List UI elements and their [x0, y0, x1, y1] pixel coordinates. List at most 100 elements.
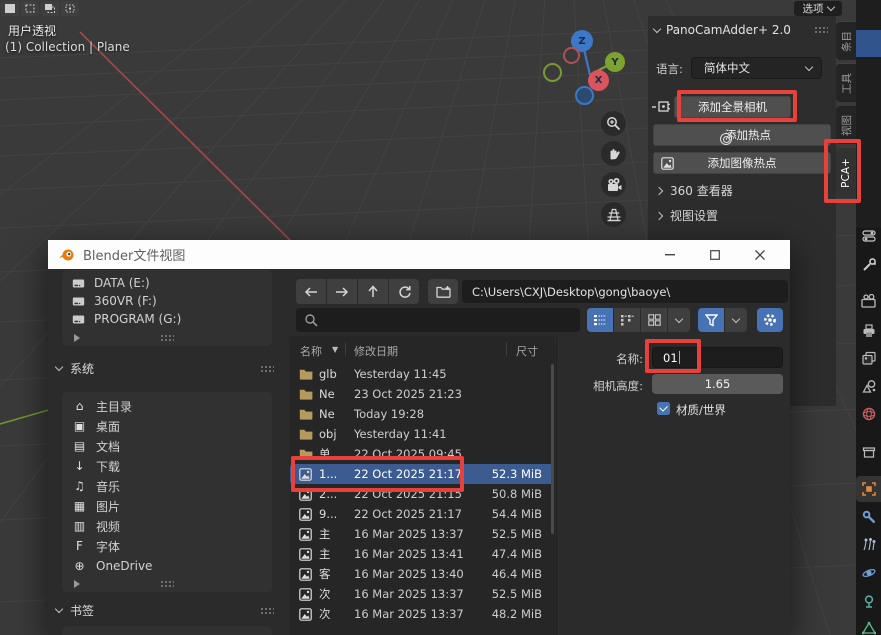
- name-input[interactable]: 01: [652, 347, 783, 368]
- column-name[interactable]: 名称: [300, 343, 322, 359]
- search-input[interactable]: [296, 308, 580, 332]
- select-extend-icon[interactable]: [21, 1, 39, 16]
- properties-editor-icon[interactable]: [856, 224, 881, 248]
- file-row[interactable]: 2... 22 Oct 2025 21:15 50.8 MiB: [290, 484, 553, 504]
- file-row[interactable]: 单 22 Oct 2025 09:45: [290, 444, 553, 464]
- system-expand-row[interactable]: [62, 577, 272, 589]
- view-options-dropdown[interactable]: [668, 308, 690, 332]
- column-date-modified[interactable]: 修改日期: [354, 343, 398, 359]
- modifier-properties-icon[interactable]: [856, 505, 881, 529]
- object-data-properties-icon[interactable]: [856, 616, 881, 635]
- file-row[interactable]: 9... 22 Oct 2025 21:17 54.4 MiB: [290, 504, 553, 524]
- outliner-selected-row[interactable]: [856, 30, 881, 57]
- gizmo-y-neg-axis[interactable]: [543, 63, 562, 82]
- select-invert-icon[interactable]: [61, 1, 79, 16]
- tool-properties-icon[interactable]: [856, 253, 881, 277]
- sidebar-tab[interactable]: 视图: [836, 106, 856, 144]
- filter-button[interactable]: [698, 308, 724, 332]
- file-row[interactable]: 客 16 Mar 2025 13:40 46.4 MiB: [290, 564, 553, 584]
- object-properties-icon[interactable]: [856, 476, 881, 502]
- scene-properties-icon[interactable]: [856, 374, 881, 398]
- add-hotspot-button[interactable]: 添加热点: [653, 124, 831, 146]
- zoom-tool-icon[interactable]: [601, 111, 626, 136]
- add-pano-camera-button[interactable]: 添加全景相机: [674, 96, 791, 118]
- volumes-expand-row[interactable]: [62, 331, 272, 343]
- view-thumbnails-button[interactable]: [641, 308, 667, 332]
- image-file-icon: [299, 488, 315, 501]
- panel-drag-handle[interactable]: [814, 26, 828, 33]
- column-size[interactable]: 尺寸: [516, 343, 538, 359]
- up-directory-button[interactable]: [358, 279, 388, 304]
- pan-hand-icon[interactable]: [601, 141, 626, 166]
- forward-button[interactable]: [327, 279, 357, 304]
- file-row[interactable]: obj Yesterday 11:41: [290, 424, 553, 444]
- particle-properties-icon[interactable]: [856, 532, 881, 556]
- camera-view-icon[interactable]: [601, 172, 626, 197]
- material-world-checkbox[interactable]: [657, 402, 670, 415]
- view-horizontal-list-button[interactable]: [614, 308, 640, 332]
- collection-properties-icon[interactable]: [856, 440, 881, 464]
- constraint-properties-icon[interactable]: [856, 589, 881, 613]
- close-button[interactable]: [743, 240, 777, 269]
- section-view-settings[interactable]: 视图设置: [656, 207, 718, 224]
- new-folder-button[interactable]: [428, 279, 458, 304]
- world-properties-icon[interactable]: [856, 402, 881, 426]
- section-360-viewer[interactable]: 360 查看器: [656, 182, 733, 199]
- file-row[interactable]: glb Yesterday 11:45: [290, 364, 553, 384]
- filter-options-dropdown[interactable]: [725, 308, 747, 332]
- gizmo-y-axis[interactable]: Y: [605, 52, 625, 72]
- volume-item[interactable]: DATA (E:): [62, 274, 272, 292]
- system-section-header[interactable]: 系统: [56, 358, 284, 378]
- file-row[interactable]: 1... 22 Oct 2025 21:17 52.3 MiB: [290, 464, 553, 484]
- sidebar-tab[interactable]: PCA+: [836, 148, 856, 198]
- add-image-hotspot-button[interactable]: 添加图像热点: [653, 152, 831, 174]
- bookmarks-list: [62, 626, 272, 635]
- system-item[interactable]: ⌂ 主目录: [62, 396, 272, 416]
- render-properties-icon[interactable]: [856, 289, 881, 313]
- system-item[interactable]: ▤ 文档: [62, 436, 272, 456]
- file-row[interactable]: 次 16 Mar 2025 13:37 48.2 MiB: [290, 604, 553, 624]
- system-item[interactable]: ↓ 下载: [62, 456, 272, 476]
- grid-floor-icon[interactable]: [601, 202, 626, 227]
- dialog-titlebar[interactable]: Blender文件视图: [48, 240, 790, 269]
- language-dropdown[interactable]: 简体中文: [691, 57, 822, 79]
- sidebar-tab[interactable]: 条目: [836, 22, 856, 60]
- view-vertical-list-button[interactable]: [587, 308, 613, 332]
- maximize-button[interactable]: [698, 240, 732, 269]
- file-size: 48.2 MiB: [472, 607, 552, 621]
- file-list-scrollbar[interactable]: [551, 364, 554, 534]
- system-item[interactable]: ▥ 视频: [62, 516, 272, 536]
- blender-window: 用户透视 (1) Collection | Plane 选项 Z Y X Pan…: [0, 0, 881, 635]
- back-button[interactable]: [296, 279, 326, 304]
- view-layer-properties-icon[interactable]: [856, 346, 881, 370]
- system-item[interactable]: ⊕ OneDrive: [62, 556, 272, 576]
- options-dropdown[interactable]: 选项: [794, 1, 842, 16]
- minimize-button[interactable]: [653, 240, 687, 269]
- gizmo-x-neg-axis[interactable]: [563, 47, 580, 64]
- physics-properties-icon[interactable]: [856, 561, 881, 585]
- file-row[interactable]: Ne Today 19:28: [290, 404, 553, 424]
- sidebar-tab[interactable]: 工具: [836, 64, 856, 102]
- volume-item[interactable]: PROGRAM (G:): [62, 310, 272, 328]
- system-item[interactable]: ▦ 图片: [62, 496, 272, 516]
- file-row[interactable]: 主 16 Mar 2025 13:41 47.4 MiB: [290, 544, 553, 564]
- gizmo-z-neg-axis[interactable]: [575, 86, 594, 105]
- system-item[interactable]: F 字体: [62, 536, 272, 556]
- select-subtract-icon[interactable]: [41, 1, 59, 16]
- system-item[interactable]: ▣ 桌面: [62, 416, 272, 436]
- path-field[interactable]: C:\Users\CXJ\Desktop\gong\baoye\: [462, 280, 788, 303]
- output-properties-icon[interactable]: [856, 319, 881, 343]
- file-date: 22 Oct 2025 21:15: [354, 487, 472, 501]
- system-item[interactable]: ♫ 音乐: [62, 476, 272, 496]
- refresh-button[interactable]: [389, 279, 419, 304]
- select-new-icon[interactable]: [1, 1, 19, 16]
- file-row[interactable]: 次 16 Mar 2025 13:37 52.5 MiB: [290, 584, 553, 604]
- bookmarks-section-header[interactable]: 书签: [56, 600, 284, 620]
- camera-height-field[interactable]: 1.65: [652, 374, 783, 394]
- settings-gear-button[interactable]: [757, 308, 783, 332]
- file-row[interactable]: 主 16 Mar 2025 13:37 52.5 MiB: [290, 524, 553, 544]
- panocamadder-panel-header[interactable]: PanoCamAdder+ 2.0: [654, 23, 791, 37]
- file-date: 22 Oct 2025 21:17: [354, 467, 472, 481]
- file-row[interactable]: Ne 23 Oct 2025 21:23: [290, 384, 553, 404]
- volume-item[interactable]: 360VR (F:): [62, 292, 272, 310]
